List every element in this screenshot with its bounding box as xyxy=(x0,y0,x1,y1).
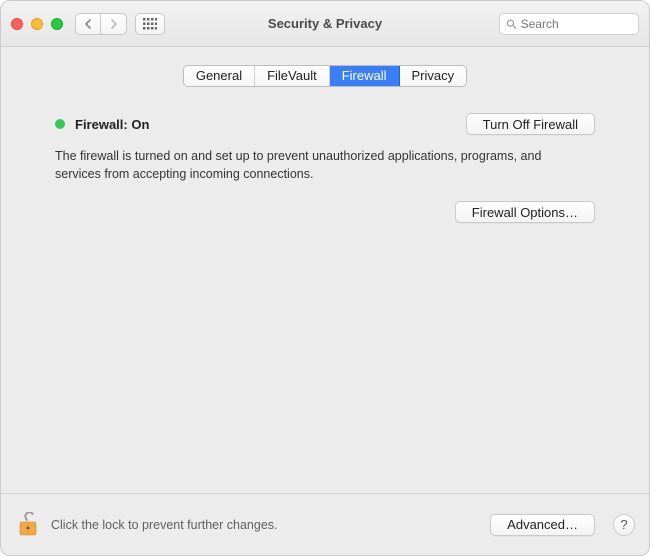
tab-general[interactable]: General xyxy=(184,66,255,86)
tab-bar: General FileVault Firewall Privacy xyxy=(21,65,629,87)
lock-description: Click the lock to prevent further change… xyxy=(51,518,278,532)
search-input[interactable] xyxy=(521,17,632,31)
back-button[interactable] xyxy=(75,13,101,35)
lock-open-icon xyxy=(17,512,39,538)
search-icon xyxy=(506,18,517,30)
help-icon: ? xyxy=(620,517,627,532)
zoom-icon[interactable] xyxy=(51,18,63,30)
titlebar: Security & Privacy xyxy=(1,1,649,47)
traffic-lights xyxy=(11,18,63,30)
status-indicator-icon xyxy=(55,119,65,129)
preferences-window: Security & Privacy General FileVault Fir… xyxy=(0,0,650,556)
turn-off-firewall-button[interactable]: Turn Off Firewall xyxy=(466,113,595,135)
tab-privacy[interactable]: Privacy xyxy=(400,66,467,86)
lock-button[interactable] xyxy=(15,510,41,540)
firewall-options-row: Firewall Options… xyxy=(21,201,629,223)
firewall-description: The firewall is turned on and set up to … xyxy=(21,147,581,183)
help-button[interactable]: ? xyxy=(613,514,635,536)
tab-filevault[interactable]: FileVault xyxy=(255,66,330,86)
firewall-status-label: Firewall: On xyxy=(75,117,149,132)
tab-segment: General FileVault Firewall Privacy xyxy=(183,65,467,87)
advanced-button[interactable]: Advanced… xyxy=(490,514,595,536)
grid-icon xyxy=(143,18,157,30)
minimize-icon[interactable] xyxy=(31,18,43,30)
footer: Click the lock to prevent further change… xyxy=(1,493,649,555)
firewall-options-button[interactable]: Firewall Options… xyxy=(455,201,595,223)
forward-button[interactable] xyxy=(101,13,127,35)
firewall-status-row: Firewall: On Turn Off Firewall xyxy=(21,113,629,135)
tab-firewall[interactable]: Firewall xyxy=(330,66,400,86)
close-icon[interactable] xyxy=(11,18,23,30)
content-area: General FileVault Firewall Privacy Firew… xyxy=(1,47,649,493)
search-field[interactable] xyxy=(499,13,639,35)
nav-buttons xyxy=(75,13,127,35)
show-all-button[interactable] xyxy=(135,13,165,35)
